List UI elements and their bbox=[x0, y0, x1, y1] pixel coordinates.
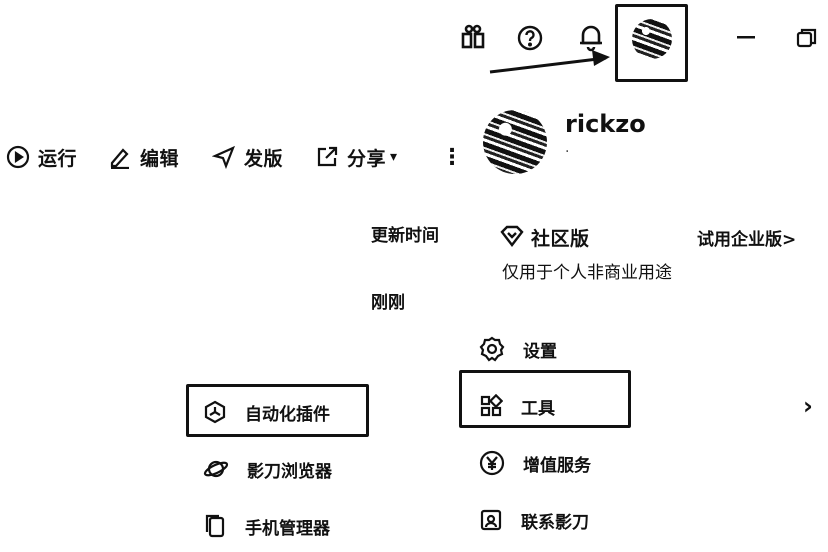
restore-icon[interactable] bbox=[796, 27, 818, 49]
submenu-item-browser[interactable]: 影刀浏览器 bbox=[203, 454, 332, 484]
apps-icon bbox=[479, 394, 503, 418]
profile-user-id: · bbox=[565, 144, 570, 160]
chevron-right-icon: › bbox=[803, 392, 814, 420]
submenu-item-automation-plugin[interactable]: 自动化插件 bbox=[203, 397, 330, 427]
share-button[interactable]: 分享 ▾ bbox=[315, 143, 397, 171]
gift-icon[interactable] bbox=[460, 24, 486, 50]
plan-name: 社区版 bbox=[531, 228, 590, 250]
menu-settings-label: 设置 bbox=[523, 341, 557, 362]
contact-card-icon bbox=[479, 508, 503, 532]
menu-contact-label: 联系影刀 bbox=[521, 512, 589, 533]
annotation-arrow bbox=[489, 50, 610, 74]
submenu-item-phone-manager[interactable]: 手机管理器 bbox=[203, 511, 330, 541]
plan-description: 仅用于个人非商业用途 bbox=[502, 263, 672, 283]
profile-username: rickzo bbox=[565, 110, 646, 138]
gear-icon bbox=[479, 336, 505, 362]
share-icon bbox=[315, 145, 339, 169]
run-button[interactable]: 运行 bbox=[6, 143, 77, 171]
diamond-icon bbox=[500, 225, 524, 247]
plugin-hexagon-icon bbox=[203, 400, 227, 424]
play-icon bbox=[6, 145, 30, 169]
pencil-icon bbox=[108, 145, 132, 169]
planet-icon bbox=[203, 456, 229, 482]
run-label: 运行 bbox=[38, 147, 78, 170]
submenu-phone-manager-label: 手机管理器 bbox=[245, 518, 330, 539]
profile-avatar bbox=[483, 110, 547, 174]
avatar[interactable] bbox=[632, 19, 672, 59]
menu-item-value-added[interactable]: 增值服务 bbox=[479, 448, 591, 478]
edit-label: 编辑 bbox=[140, 147, 180, 170]
send-icon bbox=[212, 145, 236, 169]
yen-icon bbox=[479, 450, 505, 476]
menu-item-tools[interactable]: 工具 bbox=[479, 391, 555, 421]
share-label: 分享 bbox=[347, 147, 387, 170]
publish-label: 发版 bbox=[244, 147, 284, 170]
more-vertical-icon: ⋮ bbox=[441, 144, 464, 170]
menu-tools-label: 工具 bbox=[521, 398, 555, 419]
submenu-automation-plugin-label: 自动化插件 bbox=[245, 404, 330, 425]
menu-item-settings[interactable]: 设置 bbox=[479, 334, 557, 364]
more-menu-button[interactable]: ⋮ bbox=[441, 143, 464, 171]
submenu-browser-label: 影刀浏览器 bbox=[247, 461, 332, 482]
update-time-value: 刚刚 bbox=[371, 293, 405, 313]
update-time-label: 更新时间 bbox=[371, 226, 439, 246]
edit-button[interactable]: 编辑 bbox=[108, 143, 179, 171]
menu-value-added-label: 增值服务 bbox=[523, 455, 591, 476]
minimize-icon[interactable] bbox=[737, 36, 757, 40]
menu-item-contact[interactable]: 联系影刀 bbox=[479, 505, 589, 535]
chevron-down-icon: ▾ bbox=[390, 149, 398, 165]
trial-enterprise-link[interactable]: 试用企业版> bbox=[697, 225, 796, 250]
phone-copy-icon bbox=[203, 514, 227, 538]
publish-button[interactable]: 发版 bbox=[212, 143, 283, 171]
